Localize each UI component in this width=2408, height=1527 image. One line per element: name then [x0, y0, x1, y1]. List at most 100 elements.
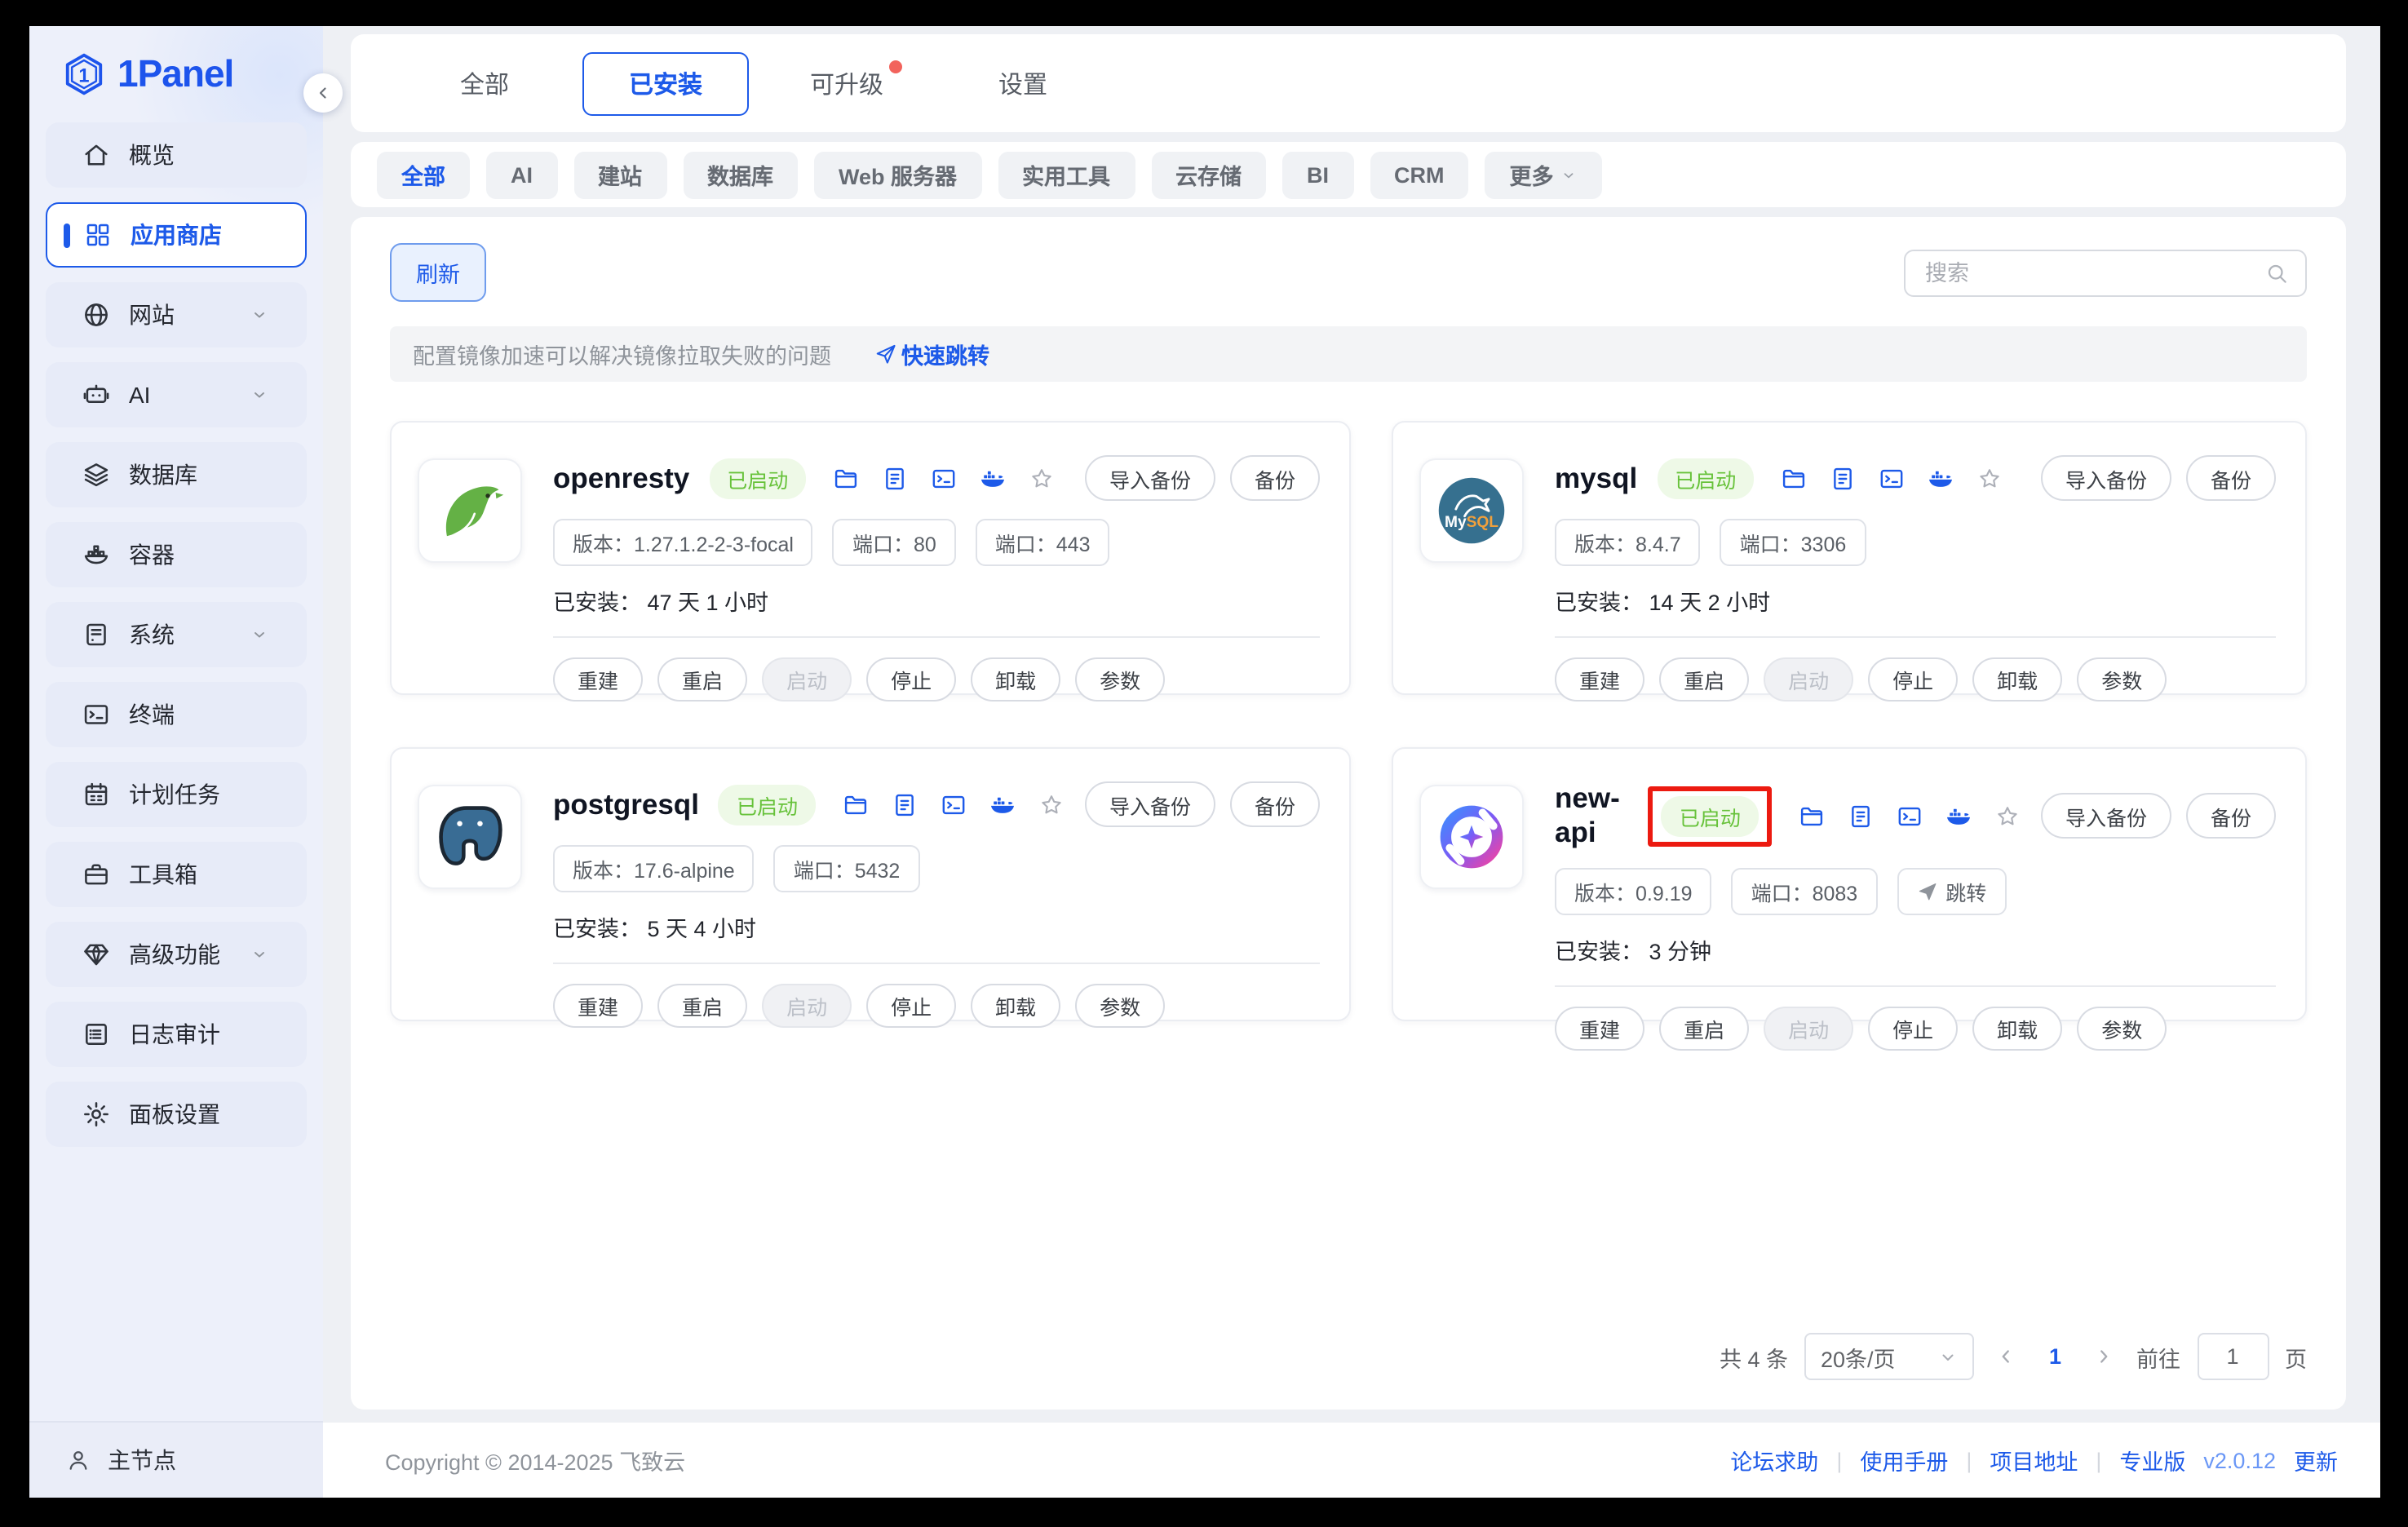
category-cloud-storage[interactable]: 云存储	[1151, 151, 1266, 198]
restart-button[interactable]: 重启	[1659, 1007, 1749, 1051]
uninstall-button[interactable]: 卸载	[971, 984, 1060, 1028]
import-backup-button[interactable]: 导入备份	[1085, 781, 1215, 827]
favorite-star-icon[interactable]	[1038, 790, 1065, 818]
sidebar-item-toolbox[interactable]: 工具箱	[46, 842, 307, 907]
footer-link-user-manual[interactable]: 使用手册	[1860, 1444, 1948, 1476]
tab-upgradable[interactable]: 可升级	[768, 66, 925, 100]
params-button[interactable]: 参数	[2077, 657, 2167, 702]
log-file-icon[interactable]	[881, 464, 909, 492]
docker-icon[interactable]	[1927, 464, 1954, 492]
docker-icon[interactable]	[979, 464, 1007, 492]
favorite-star-icon[interactable]	[1976, 464, 2003, 492]
log-file-icon[interactable]	[891, 790, 918, 818]
tab-installed[interactable]: 已安装	[582, 51, 749, 115]
import-backup-button[interactable]: 导入备份	[1085, 455, 1215, 501]
sidebar-item-website[interactable]: 网站	[46, 282, 307, 347]
stop-button[interactable]: 停止	[866, 657, 956, 702]
footer-link-project-repo[interactable]: 项目地址	[1990, 1444, 2078, 1476]
quick-jump-link[interactable]: 快速跳转	[874, 338, 989, 370]
restart-button[interactable]: 重启	[1659, 657, 1749, 702]
terminal-icon[interactable]	[1896, 802, 1923, 830]
category-more[interactable]: 更多	[1485, 151, 1603, 198]
category-database[interactable]: 数据库	[683, 151, 798, 198]
sidebar-item-ai[interactable]: AI	[46, 362, 307, 427]
terminal-icon[interactable]	[940, 790, 967, 818]
sidebar-item-container[interactable]: 容器	[46, 522, 307, 587]
app-card-mysql: MySQLmysql已启动导入备份备份版本：8.4.7端口：3306已安装： 1…	[1392, 421, 2307, 695]
import-backup-button[interactable]: 导入备份	[2041, 455, 2171, 501]
search-icon	[2264, 260, 2289, 285]
1panel-logo-icon: 1	[62, 52, 106, 96]
uninstall-button[interactable]: 卸载	[1972, 1007, 2062, 1051]
docker-icon[interactable]	[989, 790, 1016, 818]
params-button[interactable]: 参数	[1075, 984, 1165, 1028]
log-file-icon[interactable]	[1829, 464, 1857, 492]
category-tools[interactable]: 实用工具	[998, 151, 1135, 198]
import-backup-button[interactable]: 导入备份	[2041, 793, 2171, 839]
rebuild-button[interactable]: 重建	[553, 657, 643, 702]
rebuild-button[interactable]: 重建	[553, 984, 643, 1028]
category-label: 建站	[598, 158, 642, 191]
uninstall-button[interactable]: 卸载	[971, 657, 1060, 702]
docker-icon[interactable]	[1945, 802, 1972, 830]
jump-link[interactable]: 跳转	[1897, 868, 2006, 915]
favorite-star-icon[interactable]	[1994, 802, 2021, 830]
sidebar-item-master-node[interactable]: 主节点	[29, 1421, 323, 1498]
rebuild-button[interactable]: 重建	[1555, 657, 1644, 702]
sidebar-item-system[interactable]: 系统	[46, 602, 307, 667]
params-button[interactable]: 参数	[1075, 657, 1165, 702]
category-ai[interactable]: AI	[486, 151, 557, 198]
next-page-button[interactable]	[2087, 1340, 2120, 1373]
category-website-build[interactable]: 建站	[573, 151, 666, 198]
prev-page-button[interactable]	[1990, 1340, 2023, 1373]
sidebar-item-overview[interactable]: 概览	[46, 122, 307, 188]
search-input[interactable]	[1922, 259, 2264, 286]
favorite-star-icon[interactable]	[1028, 464, 1056, 492]
backup-button[interactable]: 备份	[1230, 781, 1320, 827]
terminal-icon	[82, 700, 111, 729]
sidebar-item-database[interactable]: 数据库	[46, 442, 307, 507]
category-web-server[interactable]: Web 服务器	[814, 151, 981, 198]
sidebar-item-advanced[interactable]: 高级功能	[46, 922, 307, 987]
footer-link-forum-help[interactable]: 论坛求助	[1730, 1444, 1818, 1476]
tab-all[interactable]: 全部	[406, 66, 563, 100]
sidebar-item-cron[interactable]: 计划任务	[46, 762, 307, 827]
quick-action-icons	[1780, 464, 2003, 492]
page-number-1[interactable]: 1	[2039, 1344, 2071, 1369]
restart-button[interactable]: 重启	[657, 657, 747, 702]
sidebar-item-terminal[interactable]: 终端	[46, 682, 307, 747]
backup-button[interactable]: 备份	[2186, 455, 2276, 501]
category-all[interactable]: 全部	[377, 151, 470, 198]
stop-button[interactable]: 停止	[866, 984, 956, 1028]
restart-button[interactable]: 重启	[657, 984, 747, 1028]
status-wrap: 已启动	[719, 784, 816, 825]
sidebar-item-app-store[interactable]: 应用商店	[46, 202, 307, 268]
backup-button[interactable]: 备份	[2186, 793, 2276, 839]
sidebar-collapse-button[interactable]	[303, 73, 343, 113]
notice-bar: 配置镜像加速可以解决镜像拉取失败的问题 快速跳转	[390, 326, 2307, 382]
sidebar-item-log-audit[interactable]: 日志审计	[46, 1002, 307, 1067]
log-file-icon[interactable]	[1847, 802, 1875, 830]
terminal-icon[interactable]	[930, 464, 958, 492]
category-bi[interactable]: BI	[1282, 151, 1353, 198]
folder-icon[interactable]	[842, 790, 870, 818]
folder-icon[interactable]	[832, 464, 860, 492]
refresh-button[interactable]: 刷新	[390, 243, 486, 302]
sidebar-item-panel-settings[interactable]: 面板设置	[46, 1082, 307, 1147]
backup-button[interactable]: 备份	[1230, 455, 1320, 501]
page-size-select[interactable]: 20条/页	[1804, 1333, 1974, 1380]
tab-settings[interactable]: 设置	[945, 66, 1101, 100]
edition-label[interactable]: 专业版	[2119, 1444, 2185, 1476]
terminal-icon[interactable]	[1878, 464, 1906, 492]
goto-page-input[interactable]	[2197, 1333, 2269, 1380]
params-button[interactable]: 参数	[2077, 1007, 2167, 1051]
folder-icon[interactable]	[1798, 802, 1826, 830]
update-link[interactable]: 更新	[2294, 1444, 2338, 1476]
category-crm[interactable]: CRM	[1370, 151, 1469, 198]
active-indicator-bar	[64, 223, 70, 247]
stop-button[interactable]: 停止	[1868, 657, 1958, 702]
folder-icon[interactable]	[1780, 464, 1808, 492]
stop-button[interactable]: 停止	[1868, 1007, 1958, 1051]
rebuild-button[interactable]: 重建	[1555, 1007, 1644, 1051]
uninstall-button[interactable]: 卸载	[1972, 657, 2062, 702]
